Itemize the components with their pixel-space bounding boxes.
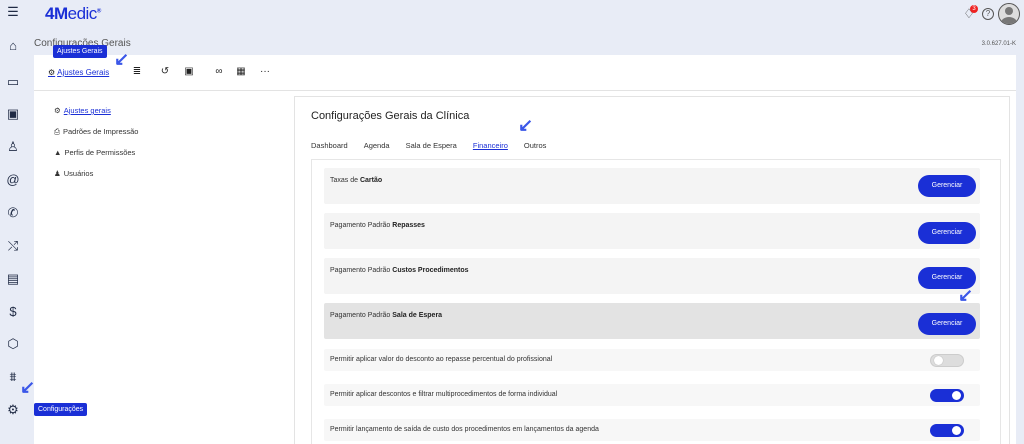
toggle-saida-custo[interactable] xyxy=(930,424,964,437)
gear-icon[interactable]: ⚙ xyxy=(5,402,21,418)
tab-outros[interactable]: Outros xyxy=(524,141,547,150)
link-icon[interactable]: ∞ xyxy=(212,65,226,79)
side-menu-usuarios[interactable]: ♟ Usuários xyxy=(54,163,138,184)
annotation-arrow-icon: ↙ xyxy=(958,285,974,305)
user-icon[interactable]: ♙ xyxy=(5,139,21,155)
users-icon: ♟ xyxy=(54,169,61,178)
financeiro-panel: Taxas de Cartão Gerenciar Pagamento Padr… xyxy=(311,159,1001,444)
annotation-arrow-icon: ↙ xyxy=(518,115,534,135)
toggle-row-saida-custo: Permitir lançamento de saída de custo do… xyxy=(324,419,980,441)
content-title: Configurações Gerais da Clínica xyxy=(311,110,470,122)
phone-icon[interactable]: ✆ xyxy=(5,205,21,221)
top-header: 4Medic® ♢ 3 ? xyxy=(26,0,1024,30)
version-label: 3.0.627.01-K xyxy=(981,41,1016,47)
gerenciar-cartao-button[interactable]: Gerenciar xyxy=(918,175,976,197)
side-menu-ajustes-gerais[interactable]: ⚙ Ajustes gerais xyxy=(54,100,138,121)
gears-icon: ⚙ xyxy=(48,68,56,77)
toolbar-ajustes-gerais[interactable]: ⚙ Ajustes Gerais xyxy=(48,68,109,77)
content-box: Configurações Gerais da Clínica Dashboar… xyxy=(294,96,1010,444)
side-menu-padroes-impressao[interactable]: ⎙ Padrões de Impressão xyxy=(54,121,138,142)
gerenciar-repasses-button[interactable]: Gerenciar xyxy=(918,222,976,244)
tab-agenda[interactable]: Agenda xyxy=(364,141,390,150)
clipboard-icon[interactable]: ▤ xyxy=(5,271,21,287)
toggle-desconto-repasse[interactable] xyxy=(930,354,964,367)
settings-side-menu: ⚙ Ajustes gerais ⎙ Padrões de Impressão … xyxy=(54,100,138,184)
toggle-multiprocedimentos[interactable] xyxy=(930,389,964,402)
tab-dashboard[interactable]: Dashboard xyxy=(311,141,348,150)
card-icon[interactable]: ▣ xyxy=(182,65,196,79)
shuffle-icon[interactable]: ⤭ xyxy=(5,238,21,254)
tab-sala-de-espera[interactable]: Sala de Espera xyxy=(406,141,457,150)
app-logo[interactable]: 4Medic® xyxy=(45,4,101,24)
calendar-check-icon[interactable]: ▦ xyxy=(234,65,248,79)
annotation-arrow-icon: ↙ xyxy=(114,49,130,69)
printer-icon: ⎙ xyxy=(54,126,60,136)
side-menu-perfis-permissoes[interactable]: ▲ Perfis de Permissões xyxy=(54,142,138,163)
menu-icon[interactable]: ☰ xyxy=(5,4,21,20)
box-icon[interactable]: ⬡ xyxy=(5,336,21,352)
row-sala-de-espera: Pagamento Padrão Sala de Espera Gerencia… xyxy=(324,303,980,339)
help-icon[interactable]: ? xyxy=(982,8,994,20)
toolbar-tooltip: Ajustes Gerais xyxy=(53,45,107,58)
more-icon[interactable]: ··· xyxy=(258,65,272,79)
avatar[interactable] xyxy=(998,3,1020,25)
history-icon[interactable]: ↺ xyxy=(158,65,172,79)
toggle-row-desconto-repasse: Permitir aplicar valor do desconto ao re… xyxy=(324,349,980,371)
row-custos-procedimentos: Pagamento Padrão Custos Procedimentos Ge… xyxy=(324,258,980,294)
tab-financeiro[interactable]: Financeiro xyxy=(473,141,508,150)
main-panel: ⚙ Ajustes Gerais ≣ ↺ ▣ ∞ ▦ ··· ⚙ Ajustes… xyxy=(34,55,1016,444)
chart-icon[interactable]: ⩩ xyxy=(5,369,21,385)
list-order-icon[interactable]: ≣ xyxy=(130,65,144,79)
row-taxas-cartao: Taxas de Cartão Gerenciar xyxy=(324,168,980,204)
toggle-row-multiprocedimentos: Permitir aplicar descontos e filtrar mul… xyxy=(324,384,980,406)
at-icon[interactable]: @ xyxy=(5,172,21,188)
dollar-icon[interactable]: $ xyxy=(5,304,21,320)
gears-icon: ⚙ xyxy=(54,106,61,115)
notification-badge: 3 xyxy=(970,5,978,13)
tabs: Dashboard Agenda Sala de Espera Financei… xyxy=(311,141,546,150)
gerenciar-sala-espera-button[interactable]: Gerenciar xyxy=(918,313,976,335)
row-repasses: Pagamento Padrão Repasses Gerenciar xyxy=(324,213,980,249)
annotation-arrow-icon: ↙ xyxy=(20,377,36,397)
sidebar-tooltip: Configurações xyxy=(34,403,88,416)
lock-icon: ▲ xyxy=(54,148,62,157)
notification-bell-icon[interactable]: ♢ 3 xyxy=(960,5,978,23)
toolbar-ajustes-gerais-label: Ajustes Gerais xyxy=(57,68,110,77)
home-icon[interactable]: ⌂ xyxy=(5,38,21,54)
calendar-icon[interactable]: ▭ xyxy=(5,74,21,90)
settings-toolbar: ⚙ Ajustes Gerais ≣ ↺ ▣ ∞ ▦ ··· xyxy=(34,55,1016,91)
inbox-icon[interactable]: ▣ xyxy=(5,106,21,122)
